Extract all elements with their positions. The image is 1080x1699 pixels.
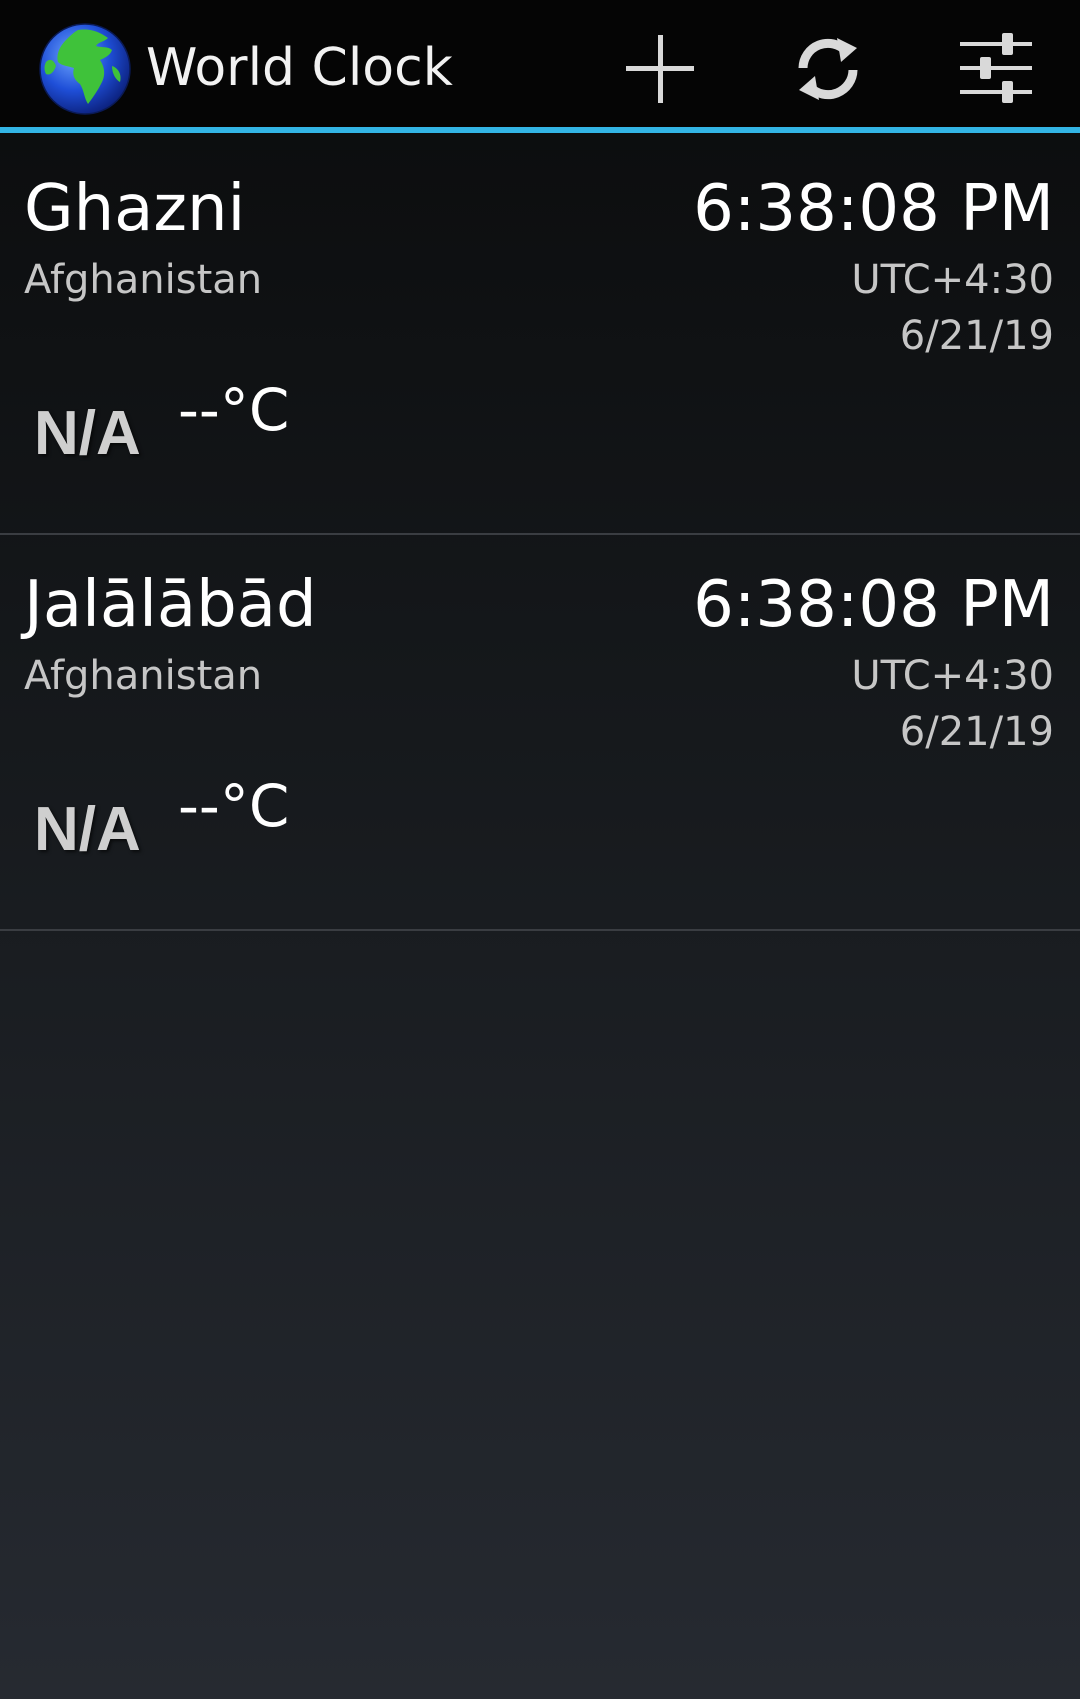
add-city-button[interactable] [615, 24, 705, 114]
city-name: Ghazni [24, 172, 246, 246]
refresh-button[interactable] [783, 24, 873, 114]
weather-status-icon: N/A [34, 399, 141, 468]
refresh-icon [798, 38, 858, 100]
country-name: Afghanistan [24, 257, 263, 303]
local-time: 6:38:08 PM [693, 568, 1054, 642]
utc-offset: UTC+4:30 [851, 653, 1054, 699]
settings-button[interactable] [951, 24, 1041, 114]
temperature: --°C [178, 376, 290, 444]
temperature: --°C [178, 772, 290, 840]
local-date: 6/21/19 [899, 313, 1054, 359]
clock-list: Ghazni Afghanistan 6:38:08 PM UTC+4:30 6… [0, 139, 1080, 931]
globe-icon[interactable] [38, 22, 132, 116]
plus-icon [626, 35, 694, 103]
sliders-icon [960, 33, 1032, 103]
local-date: 6/21/19 [899, 709, 1054, 755]
clock-item[interactable]: Ghazni Afghanistan 6:38:08 PM UTC+4:30 6… [0, 139, 1080, 535]
country-name: Afghanistan [24, 653, 263, 699]
app-title: World Clock [146, 38, 453, 98]
local-time: 6:38:08 PM [693, 172, 1054, 246]
weather-status-icon: N/A [34, 795, 141, 864]
utc-offset: UTC+4:30 [851, 257, 1054, 303]
city-name: Jalālābād [24, 568, 317, 642]
action-bar: World Clock [0, 0, 1080, 133]
clock-item[interactable]: Jalālābād Afghanistan 6:38:08 PM UTC+4:3… [0, 535, 1080, 931]
